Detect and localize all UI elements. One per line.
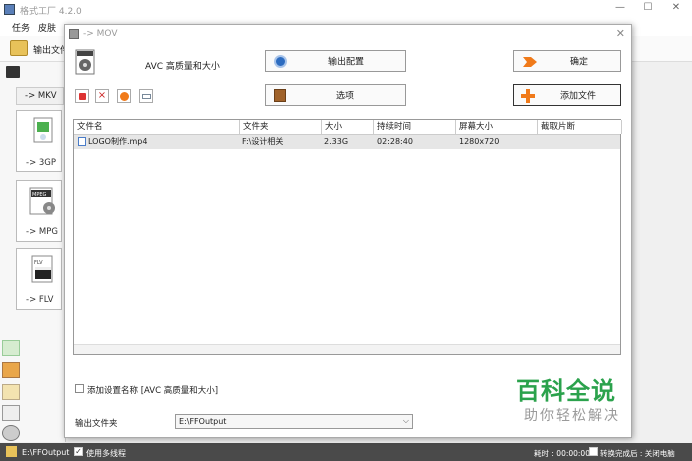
col-header-duration[interactable]: 持续时间 xyxy=(374,120,456,134)
plus-icon xyxy=(521,89,535,103)
multithread-checkbox[interactable]: ✓ xyxy=(74,447,83,456)
cell-duration: 02:28:40 xyxy=(377,137,413,146)
app-title: 格式工厂 4.2.0 xyxy=(20,7,82,17)
col-header-folder[interactable]: 文件夹 xyxy=(240,120,322,134)
watermark-subtitle: 助你轻松解决 xyxy=(524,408,620,424)
image-category-icon[interactable] xyxy=(2,362,20,378)
output-config-label: 输出配置 xyxy=(328,57,365,68)
mkv-button[interactable]: -> MKV xyxy=(16,87,64,105)
col-header-name[interactable]: 文件名 xyxy=(74,120,240,134)
app-logo-icon xyxy=(4,4,15,15)
media-info-icon-glyph xyxy=(142,94,151,99)
svg-text:FLV: FLV xyxy=(34,260,43,266)
after-complete-checkbox[interactable] xyxy=(589,447,598,456)
col-header-size[interactable]: 大小 xyxy=(322,120,374,134)
video-file-icon xyxy=(78,137,86,146)
dialog-icon xyxy=(69,29,79,39)
arrow-right-icon xyxy=(523,57,537,67)
play-icon[interactable] xyxy=(117,89,131,103)
ok-button[interactable]: 确定 xyxy=(513,50,621,72)
dialog-title: -> MOV xyxy=(83,29,118,39)
video-category-icon[interactable] xyxy=(6,66,20,78)
minimize-icon[interactable]: — xyxy=(608,2,632,18)
tools-category-icon[interactable] xyxy=(2,425,20,441)
menu-skin[interactable]: 皮肤 xyxy=(38,21,56,34)
elapsed-time: 耗时 : 00:00:00 xyxy=(534,449,590,458)
add-setting-name-label: 添加设置名称 [AVC 高质量和大小] xyxy=(87,386,219,396)
add-icon-glyph xyxy=(79,93,86,100)
app-titlebar xyxy=(0,0,692,20)
settings-icon xyxy=(274,55,287,68)
cell-size: 2.33G xyxy=(324,137,349,146)
cell-folder: F:\设计相关 xyxy=(242,137,284,146)
quality-label: AVC 高质量和大小 xyxy=(145,62,220,72)
format-flv-label: -> FLV xyxy=(26,295,54,305)
svg-text:MPEG: MPEG xyxy=(32,192,46,198)
status-path[interactable]: E:\FFOutput xyxy=(22,448,69,457)
menu-task[interactable]: 任务 xyxy=(12,21,30,34)
add-file-button[interactable]: 添加文件 xyxy=(513,84,621,106)
ok-label: 确定 xyxy=(570,57,589,68)
maximize-icon[interactable]: ☐ xyxy=(636,2,660,18)
3gp-file-icon xyxy=(33,117,53,143)
mpeg-file-icon: MPEG xyxy=(29,187,55,215)
output-folder-value: E:\FFOutput xyxy=(179,417,227,426)
file-table: 文件名 文件夹 大小 持续时间 屏幕大小 截取片断 LOGO制作.mp4 F:\… xyxy=(73,119,622,355)
add-icon[interactable] xyxy=(75,89,89,103)
output-folder-icon[interactable] xyxy=(6,446,17,457)
mov-format-icon xyxy=(75,49,95,75)
output-folder-label: 输出文件夹 xyxy=(75,419,118,429)
format-3gp-label: -> 3GP xyxy=(26,158,57,168)
multithread-label: 使用多线程 xyxy=(86,449,126,458)
after-complete-label: 转换完成后 : 关闭电脑 xyxy=(600,449,675,458)
cell-name: LOGO制作.mp4 xyxy=(88,137,148,146)
col-header-clip[interactable]: 截取片断 xyxy=(538,120,622,134)
format-mpg-label: -> MPG xyxy=(26,227,58,237)
disc-category-icon[interactable] xyxy=(2,405,20,421)
output-config-button[interactable]: 输出配置 xyxy=(265,50,406,72)
chevron-down-icon: ⌵ xyxy=(402,416,409,425)
folder-icon[interactable] xyxy=(10,40,28,56)
audio-category-icon[interactable] xyxy=(2,340,20,356)
add-setting-name-checkbox[interactable] xyxy=(75,384,84,393)
flv-file-icon: FLV xyxy=(31,255,53,283)
cell-screen-size: 1280x720 xyxy=(459,137,500,146)
watermark-title: 百科全说 xyxy=(516,377,616,405)
remove-icon[interactable]: × xyxy=(95,89,109,103)
options-label: 选项 xyxy=(336,91,355,102)
table-row[interactable]: LOGO制作.mp4 F:\设计相关 2.33G 02:28:40 1280x7… xyxy=(74,135,620,149)
close-icon[interactable]: ✕ xyxy=(664,2,688,18)
film-icon xyxy=(274,89,286,102)
col-header-screen-size[interactable]: 屏幕大小 xyxy=(456,120,538,134)
media-info-icon[interactable] xyxy=(139,89,153,103)
play-icon-glyph xyxy=(120,92,129,101)
options-button[interactable]: 选项 xyxy=(265,84,406,106)
add-file-label: 添加文件 xyxy=(560,91,597,102)
document-category-icon[interactable] xyxy=(2,384,20,400)
dialog-close-icon[interactable]: ✕ xyxy=(616,27,625,40)
output-folder-select[interactable]: E:\FFOutput ⌵ xyxy=(175,414,413,429)
horizontal-scrollbar[interactable] xyxy=(74,344,620,354)
